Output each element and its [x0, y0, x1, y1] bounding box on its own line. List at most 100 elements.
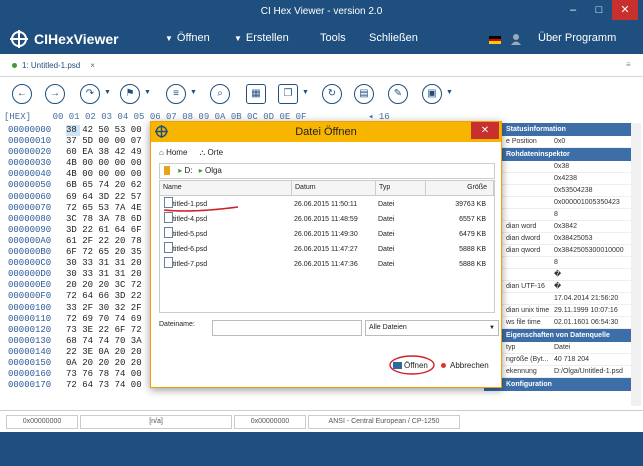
hex-offset: 00000070 — [8, 202, 52, 213]
panel-row-value: 0x000001005350423 — [554, 199, 620, 206]
save-icon[interactable]: ▣ — [422, 84, 442, 104]
panel-row: 0x4238 — [484, 173, 631, 185]
list-icon[interactable]: ≡ — [166, 84, 186, 104]
file-size: 5888 KB — [459, 261, 486, 268]
file-row[interactable]: Untitled-4.psd 26.06.2015 11:48:59 Datei 65… — [160, 212, 494, 227]
panel-row: dian unix time 29.11.1999 10:07:16 — [484, 305, 631, 317]
bookmark-icon[interactable]: ⚑ — [120, 84, 140, 104]
flag-de-icon[interactable] — [489, 36, 501, 44]
window-title: CI Hex Viewer - version 2.0 — [260, 6, 383, 17]
home-icon: ⌂ — [159, 148, 164, 157]
col-date[interactable]: Datum — [292, 181, 376, 195]
cancel-button[interactable]: Abbrechen — [441, 361, 489, 370]
path-bar[interactable]: ▸ D: ▸ Olga — [159, 163, 495, 179]
status-encoding: ANSI - Central European / CP-1250 — [308, 415, 460, 429]
drive-icon — [164, 166, 170, 176]
dialog-close-button[interactable]: ✕ — [471, 122, 499, 139]
minimize-button[interactable]: – — [560, 0, 586, 20]
bookmark-dropdown-icon[interactable]: ▼ — [144, 89, 151, 96]
file-icon — [164, 242, 173, 253]
panel-section-header[interactable]: Konfiguration — [484, 378, 631, 391]
panel-row: � — [484, 269, 631, 281]
grid-icon[interactable]: ▦ — [246, 84, 266, 104]
filter-value: Alle Dateien — [369, 324, 407, 331]
chevron-down-icon: ▼ — [165, 34, 173, 43]
bottom-band — [0, 432, 643, 466]
panel-section-header[interactable]: Rohdateninspektor — [484, 148, 631, 161]
status-offset2: 0x00000000 — [234, 415, 306, 429]
save-dropdown-icon[interactable]: ▼ — [446, 89, 453, 96]
window-titlebar: CI Hex Viewer - version 2.0 – □ ✕ — [0, 0, 643, 24]
panel-row: ws file time 02.01.1601 06:54:30 — [484, 317, 631, 329]
filename-input[interactable] — [212, 320, 362, 336]
hex-offset: 00000090 — [8, 224, 52, 235]
hex-offset: 000000A0 — [8, 235, 52, 246]
file-date: 26.06.2015 11:47:27 — [294, 246, 358, 253]
home-link[interactable]: ⌂ Home — [159, 148, 187, 157]
menu-oeffnen[interactable]: ▼ Öffnen — [165, 32, 210, 44]
panel-row-value: D:/Olga/Untitled-1.psd — [554, 368, 623, 375]
dialog-title: Datei Öffnen — [295, 126, 357, 138]
orte-link[interactable]: ⛬ Orte — [200, 148, 223, 157]
panel-section-header[interactable]: Eigenschaften von Datenquelle — [484, 329, 631, 342]
panel-row-label: ngröße (Byt... — [506, 356, 549, 363]
file-size: 6557 KB — [459, 216, 486, 223]
redo-dropdown-icon[interactable]: ▼ — [104, 89, 111, 96]
panel-row-value: 8 — [554, 211, 558, 218]
file-type: Datei — [378, 216, 395, 223]
file-name-cell: Untitled-4.psd — [164, 212, 207, 227]
copy-icon[interactable]: ❐ — [278, 84, 298, 104]
col-name[interactable]: Name — [160, 181, 292, 195]
file-size: 5888 KB — [459, 246, 486, 253]
tab-overflow-icon[interactable]: ≡ — [626, 60, 631, 69]
file-size: 6479 KB — [459, 231, 486, 238]
user-icon[interactable] — [510, 33, 522, 45]
file-row[interactable]: Untitled-6.psd 26.06.2015 11:47:27 Datei 58… — [160, 242, 494, 257]
search-icon[interactable]: ⌕ — [210, 84, 230, 104]
panel-row-label: dian qword — [506, 247, 541, 254]
file-date: 26.06.2015 11:50:11 — [294, 201, 358, 208]
refresh-icon[interactable]: ↻ — [322, 84, 342, 104]
close-button[interactable]: ✕ — [612, 0, 638, 20]
hex-offset: 00000020 — [8, 147, 52, 158]
menu-schliessen[interactable]: Schließen — [369, 32, 418, 44]
copy-dropdown-icon[interactable]: ▼ — [302, 89, 309, 96]
file-type: Datei — [378, 246, 395, 253]
list-dropdown-icon[interactable]: ▼ — [190, 89, 197, 96]
right-panel-scrollbar[interactable] — [631, 123, 641, 406]
doc-icon[interactable]: ▤ — [354, 84, 374, 104]
col-type[interactable]: Typ — [376, 181, 426, 195]
maximize-button[interactable]: □ — [586, 0, 612, 20]
panel-section-header[interactable]: Statusinformation — [484, 123, 631, 136]
file-row[interactable]: Untitled-7.psd 26.06.2015 11:47:36 Datei 58… — [160, 257, 494, 272]
col-size[interactable]: Größe — [426, 181, 494, 195]
file-list: Name Datum Typ Größe Untitled-1.psd 26.06… — [159, 180, 495, 313]
menu-about[interactable]: Über Programm — [538, 32, 616, 44]
panel-row-value: 0x38 — [554, 163, 570, 170]
menu-erstellen[interactable]: ▼ Erstellen — [234, 32, 289, 44]
orte-label: Orte — [207, 148, 224, 157]
tab-untitled-1[interactable]: 1: Untitled-1.psd × — [6, 58, 101, 74]
filter-select[interactable]: Alle Dateien ▼ — [365, 320, 499, 336]
hex-offset: 00000150 — [8, 357, 52, 368]
path-arrow-icon: ▸ — [178, 166, 183, 175]
file-icon — [164, 257, 173, 268]
path-segment-drive[interactable]: D: — [184, 166, 192, 175]
hex-offset: 00000050 — [8, 180, 52, 191]
right-panel: Statusinformation e Position 0x0 Rohdatenin… — [484, 123, 631, 406]
dialog-titlebar: Datei Öffnen ✕ — [151, 122, 501, 142]
redo-icon[interactable]: ↷ — [80, 84, 100, 104]
edit-icon[interactable]: ✎ — [388, 84, 408, 104]
panel-row-label: dian word — [506, 223, 537, 230]
dialog-nav: ⌂ Home ⛬ Orte — [159, 148, 223, 158]
tab-close-icon[interactable]: × — [90, 61, 95, 70]
hex-offsets-column: 00000000 00000010 00000020 00000030 00000040… — [8, 125, 68, 391]
hex-offset: 000000D0 — [8, 269, 52, 280]
forward-icon[interactable]: → — [45, 84, 65, 104]
menu-tools[interactable]: Tools — [320, 32, 346, 44]
file-row[interactable]: Untitled-5.psd 26.06.2015 11:49:30 Datei 64… — [160, 227, 494, 242]
path-segment-folder[interactable]: Olga — [205, 166, 222, 175]
back-icon[interactable]: ← — [12, 84, 32, 104]
tab-label: 1: Untitled-1.psd — [22, 61, 81, 70]
panel-row-value: 0x3842505300010000 — [554, 247, 624, 254]
